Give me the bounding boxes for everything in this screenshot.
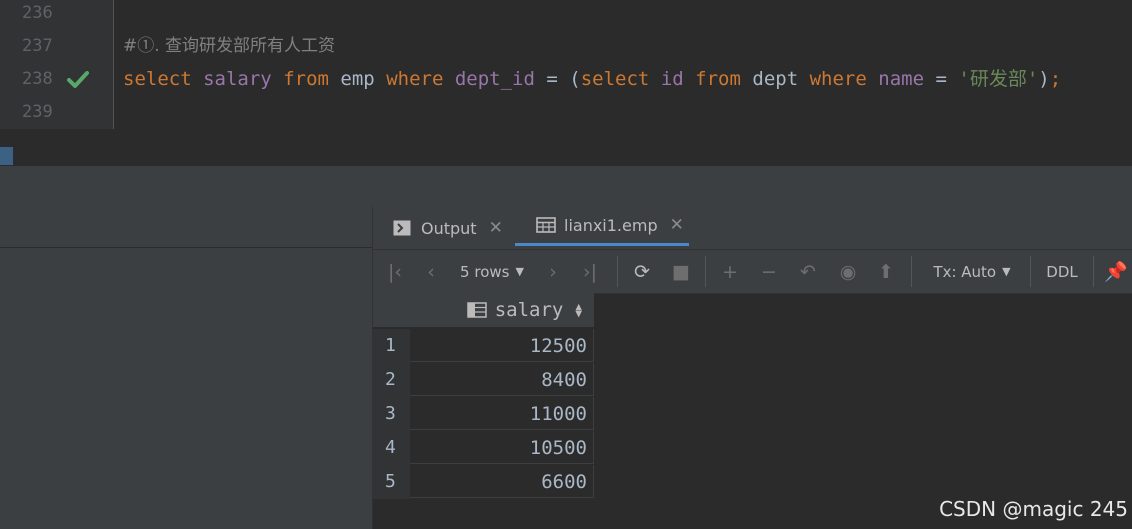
sort-icon[interactable]: ▲ ▼ [575,301,582,319]
tab-label: lianxi1.emp [564,215,658,235]
last-page-icon[interactable]: ›| [575,250,605,293]
refresh-icon[interactable]: ⟳ [629,250,655,293]
row-number: 3 [373,397,410,431]
next-page-icon[interactable]: › [541,250,565,293]
services-pane-header [0,207,372,248]
row-number: 2 [373,363,410,397]
code-line-236[interactable]: 236 [0,0,1132,30]
row-number: 4 [373,431,410,465]
toolbar-separator [705,256,706,287]
row-number: 5 [373,465,410,499]
revert-icon[interactable]: ↶ [795,250,821,293]
services-tree-pane[interactable] [0,207,373,529]
close-icon[interactable]: ✕ [489,218,503,238]
first-page-icon[interactable]: |‹ [381,250,409,293]
line-number: 236 [22,3,53,23]
code-line-238[interactable]: 238 select salary from emp where dept_id… [0,63,1132,96]
grid-header: salary ▲ ▼ [373,292,594,327]
submit-icon[interactable]: ⬆ [873,250,899,293]
column-label: salary [494,298,564,321]
transaction-mode-dropdown[interactable]: Tx: Auto ▼ [925,250,1019,293]
close-icon[interactable]: ✕ [670,215,684,235]
toolbar-separator [617,256,618,287]
ddl-button[interactable]: DDL [1041,250,1083,293]
delete-row-icon[interactable]: − [757,250,781,293]
table-row[interactable]: 3 11000 [373,397,594,431]
tab-lianxi1-emp[interactable]: lianxi1.emp ✕ [515,207,689,246]
watermark: CSDN @magic 245 [939,497,1128,521]
column-header-salary[interactable]: salary ▲ ▼ [410,292,594,327]
console-icon [393,220,411,236]
code-line-239[interactable]: 239 [0,96,1132,129]
chevron-down-icon: ▼ [1002,265,1011,278]
code-editor[interactable]: 236 237 #①. 查询研发部所有人工资 238 select salary… [0,0,1132,129]
cell-salary[interactable]: 8400 [410,363,594,396]
cell-salary[interactable]: 11000 [410,397,594,430]
table-row[interactable]: 5 6600 [373,465,594,499]
column-icon [466,301,487,318]
chevron-down-icon: ▼ [515,265,524,278]
toolbar-separator [1093,256,1094,287]
line-number: 238 [22,69,53,89]
cell-salary[interactable]: 6600 [410,465,594,498]
line-number: 239 [22,102,53,122]
table-row[interactable]: 4 10500 [373,431,594,465]
row-number: 1 [373,329,410,363]
panel-divider[interactable] [0,166,1132,208]
sql-statement: select salary from emp where dept_id = (… [123,68,1062,90]
scroll-marker [0,147,13,165]
table-icon [536,217,556,233]
table-row[interactable]: 2 8400 [373,363,594,397]
code-line-237[interactable]: 237 #①. 查询研发部所有人工资 [0,30,1132,63]
rows-count-dropdown[interactable]: 5 rows ▼ [455,250,529,293]
results-pane: Output ✕ lianxi1.emp ✕ |‹ ‹ 5 rows ▼ › ›|… [373,207,1132,529]
editor-empty-area[interactable] [0,129,1132,167]
tab-output[interactable]: Output ✕ [393,207,503,249]
stop-icon[interactable]: ■ [669,250,693,293]
execution-success-check-icon [67,71,89,88]
tab-label: Output [421,218,477,238]
cell-salary[interactable]: 10500 [410,431,594,464]
results-tabs: Output ✕ lianxi1.emp ✕ [373,207,1132,249]
results-toolbar: |‹ ‹ 5 rows ▼ › ›| ⟳ ■ + − ↶ ◉ ⬆ Tx: Auto… [373,249,1132,294]
line-number: 237 [22,36,53,56]
pin-icon[interactable]: 📌 [1103,250,1129,293]
table-row[interactable]: 1 12500 [373,329,594,363]
cell-salary[interactable]: 12500 [410,329,594,362]
preview-changes-icon[interactable]: ◉ [835,250,861,293]
toolbar-separator [911,256,912,287]
previous-page-icon[interactable]: ‹ [419,250,443,293]
add-row-icon[interactable]: + [717,250,743,293]
row-number-header [373,292,410,327]
code-comment: #①. 查询研发部所有人工资 [123,36,336,56]
toolbar-separator [1030,256,1031,287]
